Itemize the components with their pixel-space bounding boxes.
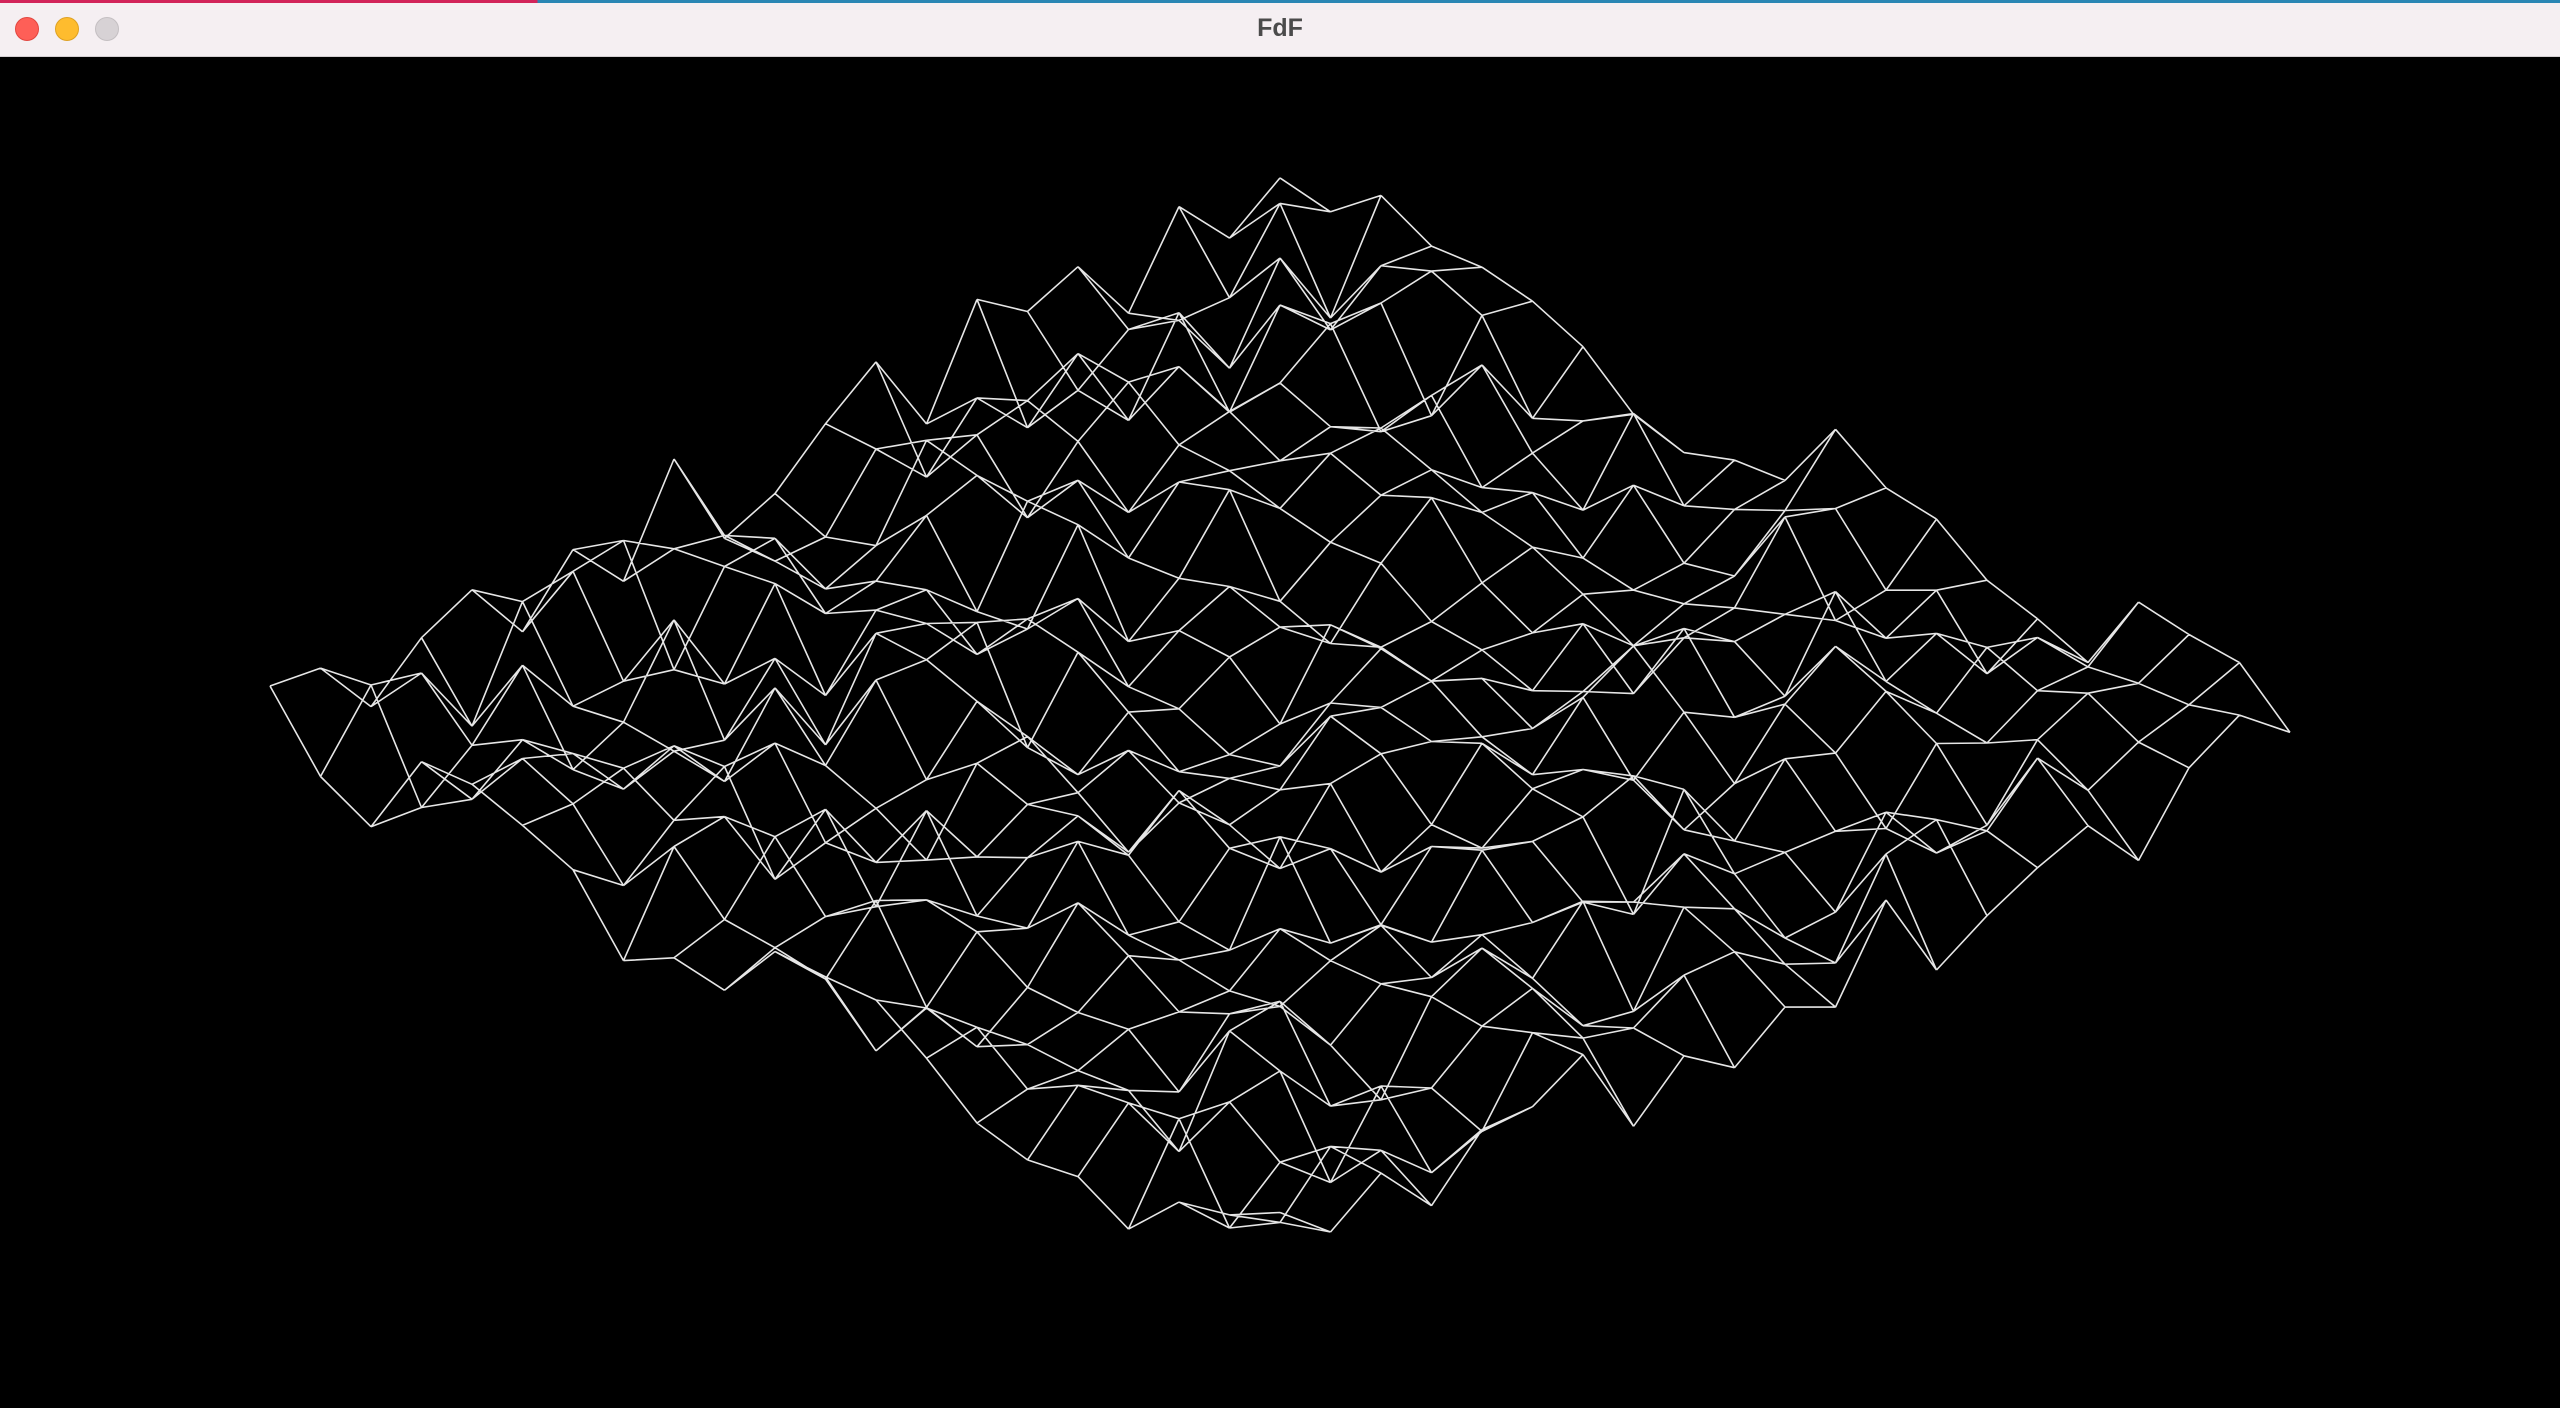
render-canvas[interactable]	[0, 57, 2560, 1408]
title-bar[interactable]: FdF	[0, 0, 2560, 57]
fdf-window: FdF	[0, 0, 2560, 1408]
window-title: FdF	[1257, 14, 1303, 42]
mesh-lines	[269, 177, 2291, 1233]
wireframe-mesh	[269, 177, 2291, 1233]
